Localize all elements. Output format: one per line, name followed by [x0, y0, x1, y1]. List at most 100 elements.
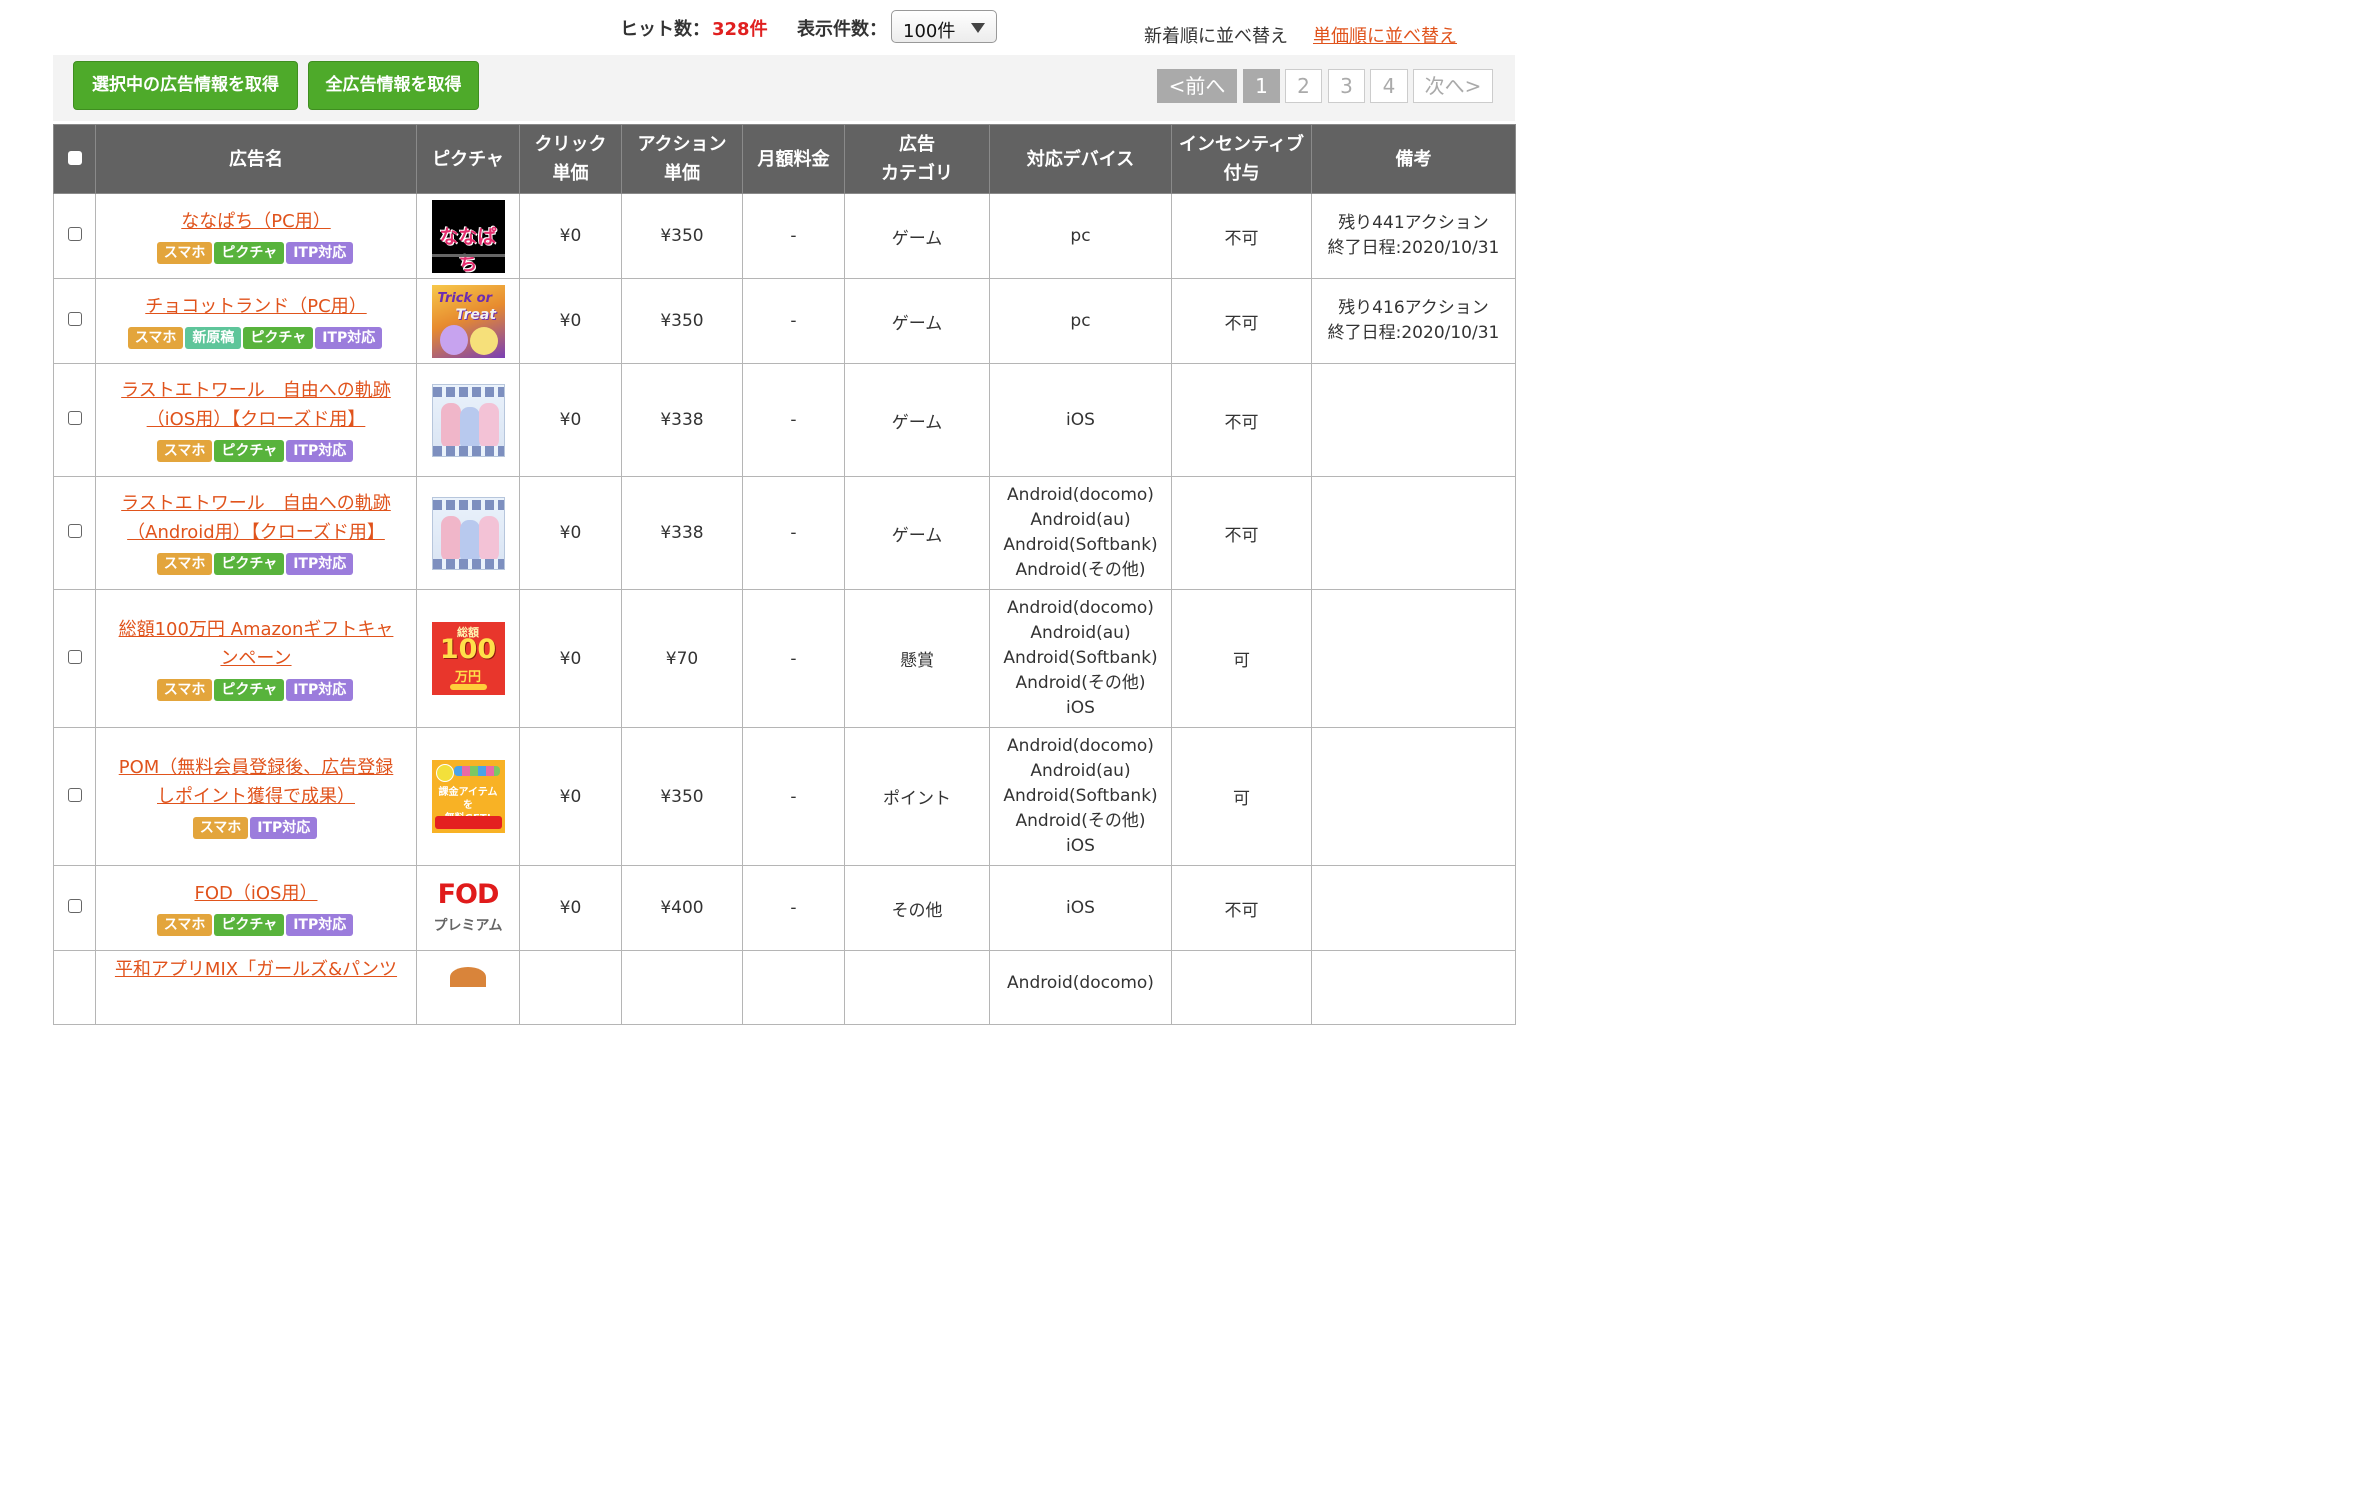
pagination-page-1[interactable]: 1 — [1243, 69, 1280, 103]
row-checkbox[interactable] — [67, 649, 82, 664]
row-select-cell — [53, 589, 96, 728]
thumbnail-text: Treat — [455, 306, 497, 323]
click-price-cell: ¥0 — [519, 363, 622, 477]
col-ad-name: 広告名 — [95, 124, 417, 194]
ad-title-link[interactable]: ラストエトワール 自由への軌跡 （Android用）【クローズド用】 — [96, 489, 416, 547]
sort-newest-label: 新着順に並べ替え — [1144, 26, 1288, 47]
devices-cell: pc — [989, 193, 1172, 279]
ad-title-link[interactable]: ラストエトワール 自由への軌跡 （iOS用）【クローズド用】 — [96, 376, 416, 434]
sort-price-link[interactable]: 単価順に並べ替え — [1313, 22, 1457, 48]
pagination-page-3[interactable]: 3 — [1328, 69, 1365, 103]
thumbnail-frame — [432, 499, 504, 510]
device-item: Android(docomo) — [1007, 973, 1154, 993]
click-price-cell: ¥0 — [519, 476, 622, 590]
ad-name-cell: ななぱち（PC用） スマホ ピクチャ ITP対応 — [95, 193, 417, 279]
action-price-cell: ¥338 — [621, 476, 743, 590]
row-checkbox[interactable] — [67, 227, 82, 241]
ad-thumbnail[interactable]: Trick or Treat — [431, 284, 505, 358]
thumbnail-sun-shape — [435, 764, 454, 782]
ad-title-line: POM（無料会員登録後、広告登録 — [118, 756, 394, 778]
ad-title-link[interactable]: POM（無料会員登録後、広告登録 しポイント獲得で成果） — [96, 753, 416, 811]
note-line: 残り441アクション — [1338, 213, 1489, 233]
monthly-fee-cell: - — [742, 278, 845, 364]
tag-badge: スマホ — [156, 553, 213, 575]
tag-badge: ピクチャ — [214, 913, 285, 936]
ad-thumbnail[interactable] — [431, 496, 505, 570]
row-checkbox[interactable] — [67, 411, 82, 425]
col-notes: 備考 — [1311, 124, 1516, 194]
pagination-page-2[interactable]: 2 — [1285, 69, 1322, 103]
thumbnail-frame — [432, 386, 504, 397]
incentive-cell: 可 — [1171, 589, 1312, 728]
ad-title-link[interactable]: 総額100万円 Amazonギフトキャ ンペーン — [96, 615, 416, 673]
ad-thumbnail[interactable]: 課金アイテムを無料GET! — [431, 760, 505, 833]
per-page-value: 100件 — [903, 21, 956, 42]
category-cell: 懸賞 — [844, 589, 990, 728]
per-page-select[interactable]: 100件 — [891, 10, 997, 43]
picture-cell: ななぱち — [416, 193, 520, 279]
get-all-ads-button[interactable]: 全広告情報を取得 — [308, 61, 479, 110]
ad-title-link[interactable]: FOD（iOS用） — [195, 883, 318, 904]
col-click-price-l1: クリック — [534, 134, 607, 155]
device-item: Android(au) — [1030, 761, 1131, 781]
row-checkbox[interactable] — [67, 787, 82, 802]
ad-thumbnail[interactable] — [431, 951, 505, 1024]
col-devices: 対応デバイス — [989, 124, 1172, 194]
tag-badge: ITP対応 — [286, 440, 354, 462]
ad-title-link[interactable]: ななぱち（PC用） — [181, 211, 330, 232]
table-header-row: 広告名 ピクチャ クリック 単価 アクション 単価 月額料金 広告 カテゴリ 対応デバ… — [53, 124, 1516, 194]
ad-title-link[interactable]: 平和アプリMIX「ガールズ&パンツ — [115, 959, 397, 980]
monthly-fee-cell: - — [742, 193, 845, 279]
select-all-checkbox[interactable] — [67, 150, 82, 165]
chevron-down-icon — [971, 23, 985, 33]
ad-thumbnail[interactable]: ななぱち — [431, 199, 505, 273]
row-checkbox[interactable] — [67, 312, 82, 326]
ad-thumbnail[interactable]: 総額 100 万円 — [431, 622, 505, 695]
click-price-cell: ¥0 — [519, 278, 622, 364]
thumbnail-logo-text: ななぱち — [439, 225, 497, 273]
tag-list: スマホ ITP対応 — [96, 816, 416, 841]
col-monthly-fee: 月額料金 — [742, 124, 845, 194]
hit-count-label: ヒット数： — [620, 19, 710, 40]
picture-cell: FOD プレミアム — [416, 865, 520, 951]
click-price-cell: ¥0 — [519, 727, 622, 866]
ad-title-link[interactable]: チョコットランド（PC用） — [145, 296, 366, 317]
select-all-cell — [53, 124, 96, 194]
ads-table: 広告名 ピクチャ クリック 単価 アクション 単価 月額料金 広告 カテゴリ 対応デバ… — [53, 124, 1516, 1025]
col-click-price: クリック 単価 — [519, 124, 622, 194]
row-checkbox[interactable] — [67, 524, 82, 538]
tag-list: スマホ ピクチャ ITP対応 — [96, 440, 416, 464]
pagination-page-4[interactable]: 4 — [1370, 69, 1408, 103]
row-checkbox[interactable] — [67, 899, 82, 913]
ad-thumbnail[interactable] — [431, 383, 505, 457]
category-cell: ゲーム — [844, 363, 990, 477]
ad-title-line: （iOS用）【クローズド用】 — [146, 409, 366, 430]
thumbnail-logo-text: プレミアム — [433, 917, 503, 934]
tag-badge: ITP対応 — [286, 678, 354, 701]
tag-list: スマホ ピクチャ ITP対応 — [96, 553, 416, 577]
thumbnail-stripe — [431, 253, 505, 257]
pagination-next[interactable]: 次へ> — [1413, 69, 1493, 103]
device-item: iOS — [1066, 836, 1095, 856]
incentive-cell — [1171, 950, 1312, 1025]
row-select-cell — [53, 278, 96, 364]
device-item: Android(その他) — [1015, 673, 1146, 693]
category-cell: その他 — [844, 865, 990, 951]
device-item: pc — [1070, 225, 1091, 246]
col-picture: ピクチャ — [416, 124, 520, 194]
ad-thumbnail[interactable]: FOD プレミアム — [431, 871, 505, 945]
table-row: POM（無料会員登録後、広告登録 しポイント獲得で成果） スマホ ITP対応 課金ア… — [53, 727, 1516, 866]
notes-cell: 残り416アクション 終了日程:2020/10/31 — [1311, 278, 1516, 364]
tag-badge: ピクチャ — [243, 326, 314, 349]
character-shape — [469, 326, 498, 355]
action-price-cell: ¥350 — [621, 278, 743, 364]
get-selected-ads-button[interactable]: 選択中の広告情報を取得 — [73, 61, 298, 110]
devices-cell: iOS — [989, 865, 1172, 951]
col-action-price-l2: 単価 — [664, 163, 700, 184]
incentive-cell: 不可 — [1171, 363, 1312, 477]
pagination-prev[interactable]: <前へ — [1157, 69, 1237, 103]
col-category-l1: 広告 — [899, 134, 935, 155]
notes-cell — [1311, 476, 1516, 590]
click-price-cell: ¥0 — [519, 865, 622, 951]
character-shape — [440, 515, 461, 562]
